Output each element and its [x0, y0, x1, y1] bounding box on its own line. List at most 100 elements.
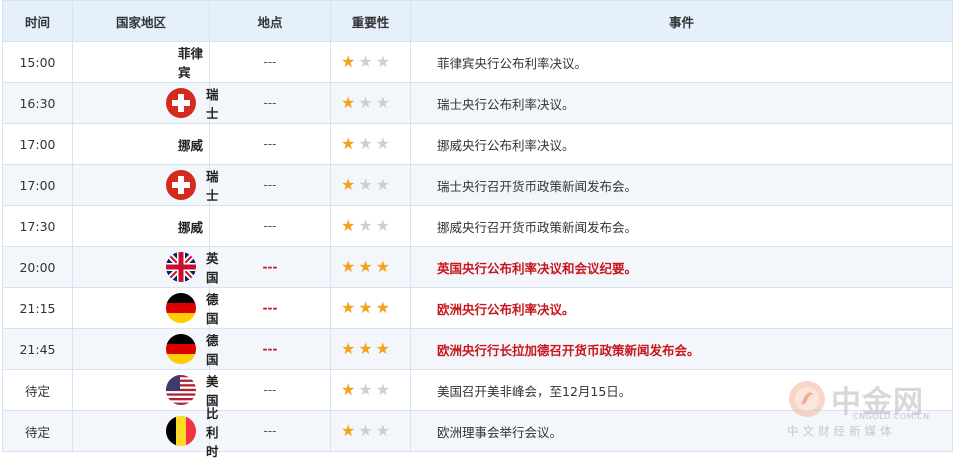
importance-stars: ★ ★ ★ — [341, 95, 390, 111]
star-empty-icon: ★ — [358, 52, 373, 71]
table-row: 20:00 英国 --- ★ ★ ★ 英国央行公布利率决议和会议纪要。 — [2, 246, 953, 288]
star-filled-icon: ★ — [340, 52, 356, 71]
event-cell: 欧洲理事会举行会议。 — [410, 410, 953, 452]
time-cell: 21:45 — [2, 328, 73, 370]
header-event: 事件 — [410, 0, 953, 42]
belgium-flag-icon — [166, 416, 196, 446]
importance-cell: ★ ★ ★ — [330, 41, 411, 83]
switzerland-flag-icon — [166, 88, 196, 118]
star-empty-icon: ★ — [375, 380, 391, 399]
importance-stars: ★ ★ ★ — [341, 177, 390, 193]
time-cell: 17:30 — [2, 205, 73, 247]
star-empty-icon: ★ — [358, 421, 373, 440]
importance-cell: ★ ★ ★ — [330, 410, 411, 452]
country-name: 英国 — [206, 251, 219, 285]
time-cell: 15:00 — [2, 41, 73, 83]
star-empty-icon: ★ — [358, 93, 373, 112]
country-cell: 德国 — [72, 328, 219, 370]
importance-stars: ★ ★ ★ — [341, 218, 390, 234]
star-empty-icon: ★ — [375, 93, 391, 112]
star-empty-icon: ★ — [375, 175, 391, 194]
table-row: 15:00 菲律宾 --- ★ ★ ★ 菲律宾央行公布利率决议。 — [2, 41, 953, 83]
star-filled-icon: ★ — [340, 93, 356, 112]
importance-stars: ★ ★ ★ — [341, 423, 390, 439]
star-filled-icon: ★ — [340, 134, 356, 153]
star-filled-icon: ★ — [340, 380, 356, 399]
importance-cell: ★ ★ ★ — [330, 369, 411, 411]
event-cell: 挪威央行公布利率决议。 — [410, 123, 953, 165]
header-importance: 重要性 — [330, 0, 411, 42]
country-name: 菲律宾 — [178, 46, 204, 80]
country-cell: 德国 — [72, 287, 219, 329]
importance-cell: ★ ★ ★ — [330, 205, 411, 247]
table-row: 17:00 瑞士 --- ★ ★ ★ 瑞士央行召开货币政策新闻发布会。 — [2, 164, 953, 206]
star-empty-icon: ★ — [375, 52, 391, 71]
economic-calendar-table: 时间 国家地区 地点 重要性 事件 15:00 菲律宾 --- ★ ★ ★ 菲律宾央行公布利… — [2, 0, 953, 459]
switzerland-flag-icon — [166, 170, 196, 200]
location-cell: --- — [209, 328, 331, 370]
location-value: --- — [263, 219, 277, 233]
table-row: 17:00 挪威 --- ★ ★ ★ 挪威央行公布利率决议。 — [2, 123, 953, 165]
country-name: 德国 — [206, 292, 219, 326]
star-filled-icon: ★ — [375, 298, 391, 317]
location-cell: --- — [209, 369, 331, 411]
country-cell: 挪威 — [72, 205, 210, 247]
country-name: 瑞士 — [206, 87, 219, 121]
star-filled-icon: ★ — [340, 339, 356, 358]
location-value: --- — [263, 96, 277, 110]
time-cell: 17:00 — [2, 123, 73, 165]
location-cell: --- — [209, 246, 331, 288]
importance-cell: ★ ★ ★ — [330, 287, 411, 329]
star-filled-icon: ★ — [340, 421, 356, 440]
importance-stars: ★ ★ ★ — [341, 382, 390, 398]
star-filled-icon: ★ — [358, 298, 373, 317]
country-cell: 美国 — [72, 369, 219, 411]
importance-stars: ★ ★ ★ — [341, 259, 390, 275]
location-value: --- — [263, 178, 277, 192]
country-name: 瑞士 — [206, 169, 219, 203]
country-cell: 瑞士 — [72, 164, 219, 206]
importance-stars: ★ ★ ★ — [341, 300, 390, 316]
header-location: 地点 — [209, 0, 331, 42]
time-cell: 待定 — [2, 369, 73, 411]
star-empty-icon: ★ — [358, 134, 373, 153]
time-cell: 21:15 — [2, 287, 73, 329]
star-filled-icon: ★ — [375, 257, 391, 276]
header-country: 国家地区 — [72, 0, 210, 42]
event-cell: 瑞士央行召开货币政策新闻发布会。 — [410, 164, 953, 206]
location-value: --- — [262, 301, 278, 315]
event-cell: 欧洲央行行长拉加德召开货币政策新闻发布会。 — [410, 328, 953, 370]
location-value: --- — [262, 342, 278, 356]
event-cell: 瑞士央行公布利率决议。 — [410, 82, 953, 124]
importance-cell: ★ ★ ★ — [330, 164, 411, 206]
country-name: 挪威 — [178, 219, 204, 235]
header-time: 时间 — [2, 0, 73, 42]
location-value: --- — [263, 137, 277, 151]
star-filled-icon: ★ — [358, 257, 373, 276]
country-name: 比利时 — [206, 405, 219, 459]
location-cell: --- — [209, 41, 331, 83]
star-empty-icon: ★ — [358, 175, 373, 194]
star-empty-icon: ★ — [375, 216, 391, 235]
table-row: 待定 美国 --- ★ ★ ★ 美国召开美非峰会，至12月15日。 — [2, 369, 953, 411]
event-cell: 美国召开美非峰会，至12月15日。 — [410, 369, 953, 411]
location-value: --- — [263, 424, 277, 438]
country-name: 德国 — [206, 333, 219, 367]
event-cell: 挪威央行召开货币政策新闻发布会。 — [410, 205, 953, 247]
time-cell: 20:00 — [2, 246, 73, 288]
importance-cell: ★ ★ ★ — [330, 246, 411, 288]
germany-flag-icon — [166, 293, 196, 323]
country-name: 挪威 — [178, 137, 204, 153]
star-filled-icon: ★ — [340, 175, 356, 194]
star-filled-icon: ★ — [340, 298, 356, 317]
table-row: 21:15 德国 --- ★ ★ ★ 欧洲央行公布利率决议。 — [2, 287, 953, 329]
location-cell: --- — [209, 287, 331, 329]
star-filled-icon: ★ — [340, 257, 356, 276]
country-cell: 挪威 — [72, 123, 210, 165]
star-empty-icon: ★ — [375, 134, 391, 153]
location-value: --- — [262, 260, 278, 274]
country-cell: 菲律宾 — [72, 41, 210, 83]
country-cell: 比利时 — [72, 406, 219, 459]
star-filled-icon: ★ — [340, 216, 356, 235]
location-cell: --- — [209, 164, 331, 206]
